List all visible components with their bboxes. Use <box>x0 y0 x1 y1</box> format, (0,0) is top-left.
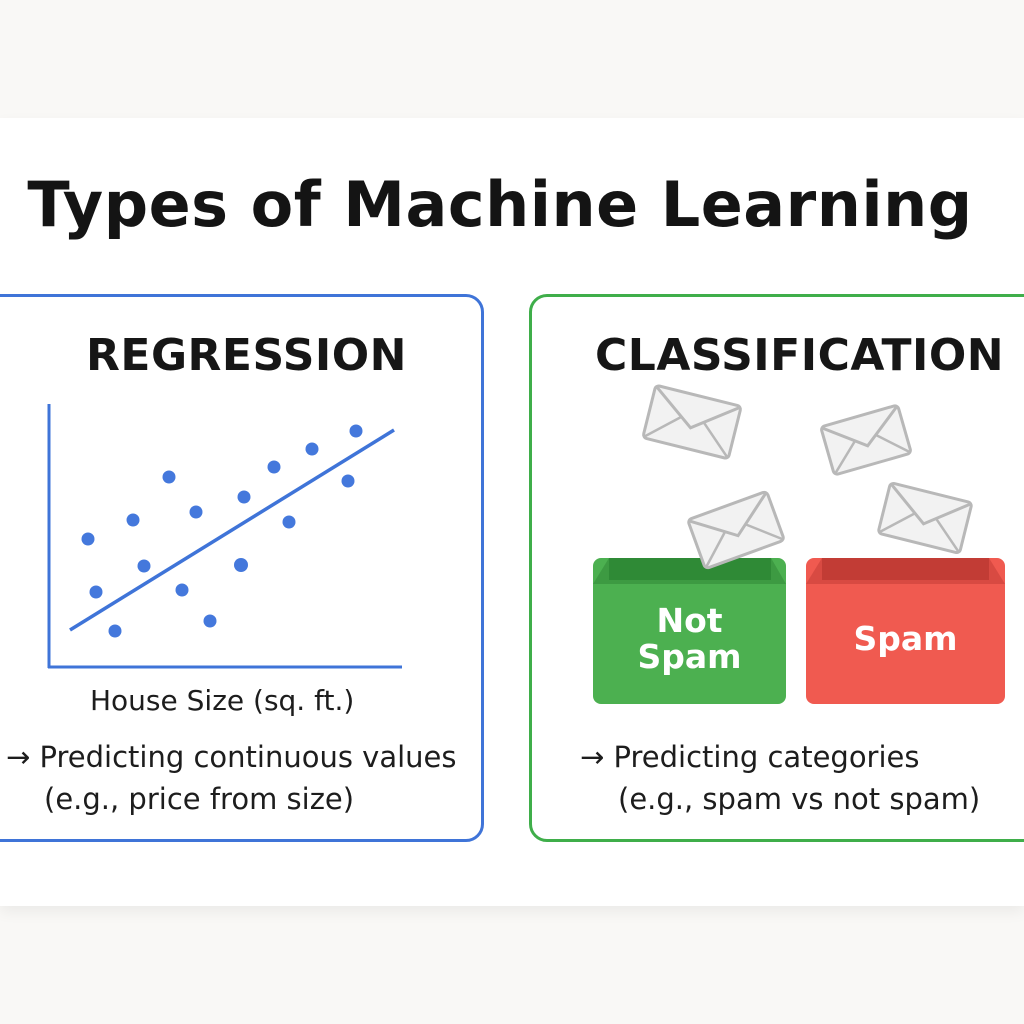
not-spam-bin-opening <box>609 558 771 580</box>
envelope-icon <box>820 404 912 476</box>
bin-rims <box>593 384 1005 584</box>
spam-bin-opening <box>822 558 989 580</box>
classification-description-line1: Predicting categories <box>613 740 920 774</box>
envelope-icon <box>642 384 742 460</box>
classification-description-line2: (e.g., spam vs not spam) <box>618 782 981 816</box>
envelope-icon <box>687 490 785 570</box>
arrow-icon: → <box>580 740 605 774</box>
diagram: Types of Machine Learning REGRESSION Hou… <box>0 0 1024 1024</box>
envelope-icon <box>877 481 973 555</box>
classification-description: → Predicting categories (e.g., spam vs n… <box>580 736 980 820</box>
